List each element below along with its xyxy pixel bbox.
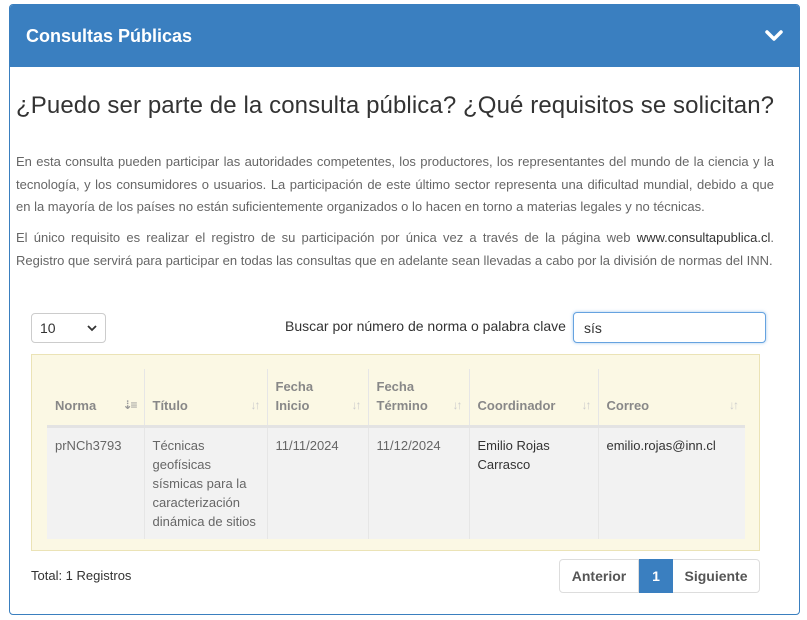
requirement-text: El único requisito es realizar el regist… bbox=[16, 230, 637, 245]
page-length-value: 10 bbox=[40, 320, 56, 336]
requirement-paragraph: El único requisito es realizar el regist… bbox=[16, 227, 774, 272]
sort-icon: ↓↑ bbox=[729, 397, 739, 412]
chevron-down-icon[interactable] bbox=[763, 25, 785, 47]
intro-paragraph: En esta consulta pueden participar las a… bbox=[16, 154, 774, 214]
page-heading: ¿Puedo ser parte de la consulta pública?… bbox=[16, 92, 775, 119]
column-header-fecha-inicio[interactable]: Fecha Inicio ↓↑ bbox=[266, 369, 368, 428]
page-length-select[interactable]: 10 bbox=[31, 313, 106, 343]
search-label: Buscar por número de norma o palabra cla… bbox=[285, 318, 566, 334]
cell-titulo: Técnicas geofísicas sísmicas para la car… bbox=[143, 426, 267, 539]
panel-header[interactable]: Consultas Públicas bbox=[10, 5, 799, 67]
sort-desc-icon: ⇣≡ bbox=[122, 397, 137, 412]
column-header-correo[interactable]: Correo ↓↑ bbox=[597, 369, 745, 428]
cell-fecha-termino: 11/12/2024 bbox=[367, 426, 469, 539]
cell-norma: prNCh3793 bbox=[47, 426, 144, 539]
page-1-button[interactable]: 1 bbox=[639, 559, 673, 593]
results-table: Norma ⇣≡ Título ↓↑ Fecha Inicio ↓↑ Fecha Térm… bbox=[47, 369, 745, 539]
next-page-button[interactable]: Siguiente bbox=[673, 559, 760, 593]
website-link[interactable]: www.consultapublica.cl bbox=[637, 230, 771, 245]
total-records: Total: 1 Registros bbox=[31, 568, 132, 583]
column-header-norma[interactable]: Norma ⇣≡ bbox=[47, 369, 144, 428]
results-table-container: Norma ⇣≡ Título ↓↑ Fecha Inicio ↓↑ Fecha Térm… bbox=[31, 354, 760, 551]
sort-icon: ↓↑ bbox=[581, 397, 592, 412]
column-header-coordinador[interactable]: Coordinador ↓↑ bbox=[468, 369, 598, 428]
search-input[interactable] bbox=[573, 312, 766, 343]
sort-icon: ↓↑ bbox=[452, 397, 463, 412]
cell-coordinador: Emilio Rojas Carrasco bbox=[468, 426, 598, 539]
prev-page-button[interactable]: Anterior bbox=[559, 559, 639, 593]
panel-title: Consultas Públicas bbox=[26, 25, 193, 46]
column-header-titulo[interactable]: Título ↓↑ bbox=[143, 369, 267, 428]
sort-icon: ↓↑ bbox=[250, 397, 261, 412]
cell-fecha-inicio: 11/11/2024 bbox=[266, 426, 368, 539]
chevron-down-icon bbox=[87, 324, 97, 331]
table-row[interactable]: prNCh3793 Técnicas geofísicas sísmicas p… bbox=[47, 426, 745, 539]
sort-icon: ↓↑ bbox=[351, 397, 362, 412]
column-header-fecha-termino[interactable]: Fecha Término ↓↑ bbox=[367, 369, 469, 428]
cell-correo: emilio.rojas@inn.cl bbox=[597, 426, 745, 539]
pagination: Anterior 1 Siguiente bbox=[559, 559, 760, 593]
